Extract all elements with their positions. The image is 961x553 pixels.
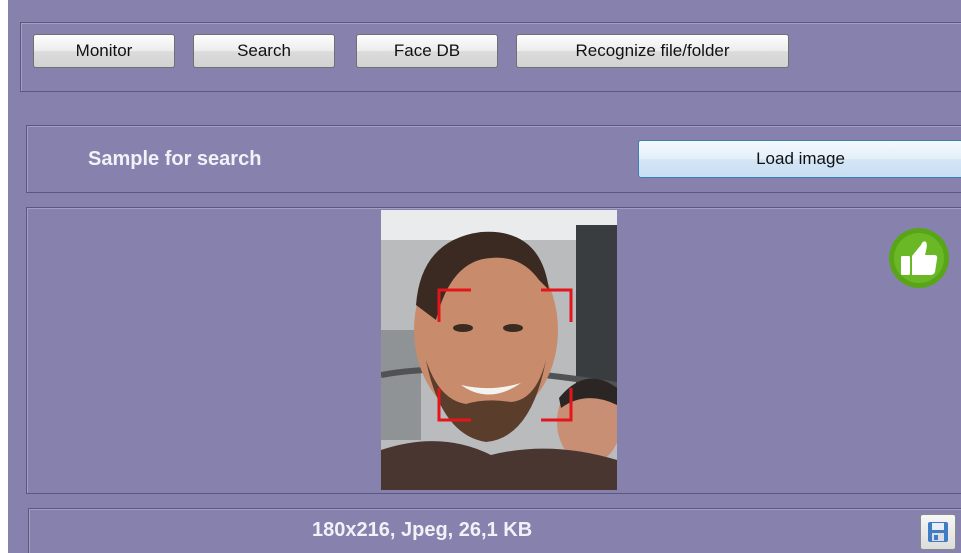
recognize-file-folder-button[interactable]: Recognize file/folder: [516, 34, 789, 68]
save-icon-graphic: [928, 522, 948, 542]
sample-for-search-label: Sample for search: [88, 148, 262, 170]
face-photo: [381, 210, 617, 490]
search-button[interactable]: Search: [193, 34, 335, 68]
monitor-button[interactable]: Monitor: [33, 34, 175, 68]
image-info-text: 180x216, Jpeg, 26,1 KB: [312, 519, 533, 541]
thumbs-up-graphic: [889, 228, 949, 288]
save-icon[interactable]: [920, 514, 956, 550]
thumbs-up-icon: [888, 227, 950, 289]
load-image-button[interactable]: Load image: [638, 140, 961, 178]
face-photo-graphic: [381, 210, 617, 490]
face-search-app: Monitor Search Face DB Recognize file/fo…: [8, 0, 961, 553]
face-db-button[interactable]: Face DB: [356, 34, 498, 68]
